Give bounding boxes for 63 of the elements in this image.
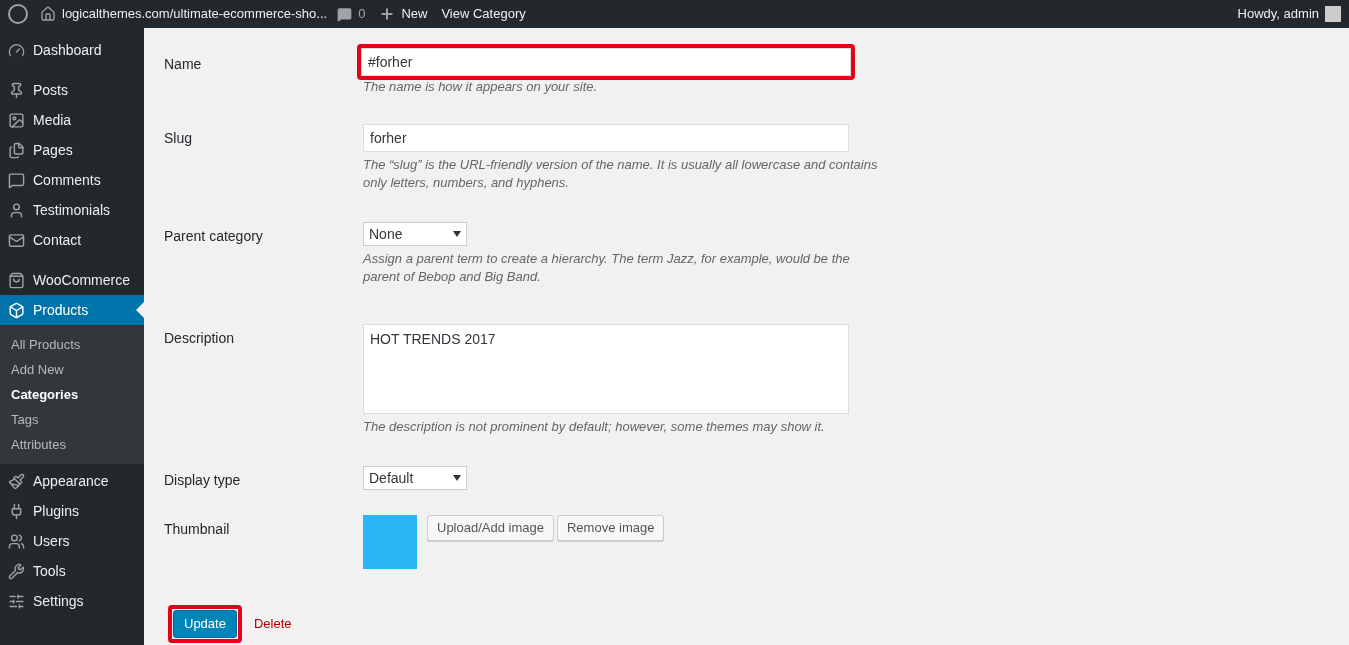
field-label: Description (164, 329, 236, 348)
view-category-link[interactable]: View Category (441, 4, 526, 24)
submenu-item[interactable]: Attributes (0, 432, 144, 457)
menu-item[interactable]: Plugins (0, 496, 144, 526)
menu-item[interactable]: Contact (0, 225, 144, 255)
site-link[interactable]: logicalthemes.com/ultimate-ecommerce-sho... (62, 4, 328, 24)
dropdown-arrow-icon (453, 475, 461, 481)
menu-item[interactable]: Pages (0, 135, 144, 165)
menu-item[interactable]: WooCommerce (0, 265, 144, 295)
submenu-item[interactable]: All Products (0, 332, 144, 357)
gauge-icon (8, 41, 25, 59)
sliders-icon (8, 592, 25, 610)
envelope-icon (8, 231, 25, 249)
menu-item[interactable]: Appearance (0, 466, 144, 496)
help-text: Assign a parent term to create a hierarchy. The term Jazz, for example, would be the parent of Bebop and Big Band. (363, 250, 851, 286)
field-label: Slug (164, 129, 194, 148)
text-field[interactable]: #forher (361, 48, 851, 76)
update-button[interactable]: Update (173, 610, 237, 638)
menu-item[interactable]: Posts (0, 75, 144, 105)
image-button[interactable]: Remove image (556, 515, 665, 541)
menu-item[interactable]: Media (0, 105, 144, 135)
submenu-item[interactable]: Categories (0, 382, 144, 407)
menu-item[interactable]: Dashboard (0, 35, 144, 65)
help-text: The “slug” is the URL-friendly version of the name. It is usually all lowercase and contains only letters, numbers, and hyphens. (363, 156, 879, 192)
new-link[interactable]: New (401, 4, 428, 24)
field-label: Thumbnail (164, 520, 231, 539)
description-field[interactable]: HOT TRENDS 2017 (363, 324, 849, 414)
photo-placeholder (363, 515, 417, 569)
field-label: Name (164, 55, 203, 74)
wrench-icon (8, 562, 25, 580)
image-button[interactable]: Upload/Add image (427, 515, 554, 541)
menu-item[interactable]: Products (0, 295, 144, 325)
menu-item[interactable]: Testimonials (0, 195, 144, 225)
delete-link[interactable]: Delete (253, 614, 292, 634)
select-field[interactable]: None (363, 222, 467, 246)
cube-icon (8, 301, 25, 319)
field-label: Display type (164, 471, 242, 490)
submenu-item[interactable]: Tags (0, 407, 144, 432)
paintbrush-icon (8, 472, 25, 490)
speech-bubble-icon (8, 171, 25, 189)
person-icon (8, 201, 25, 219)
text-field[interactable]: forher (363, 124, 849, 152)
menu-item[interactable]: Comments (0, 165, 144, 195)
menu-item[interactable]: Settings (0, 586, 144, 616)
avatar (1325, 6, 1341, 22)
menu-item[interactable]: Tools (0, 556, 144, 586)
pin-icon (8, 81, 25, 99)
current-pointer-icon (136, 302, 144, 318)
pages-icon (8, 141, 25, 159)
home-icon (40, 6, 56, 22)
help-text: The description is not prominent by default; however, some themes may show it. (363, 418, 826, 436)
submenu-item[interactable]: Add New (0, 357, 144, 382)
shop-icon (8, 271, 25, 289)
field-label: Parent category (164, 227, 264, 246)
user-icon (8, 532, 25, 550)
comments-count[interactable]: 0 (358, 4, 366, 24)
menu-item[interactable]: Users (0, 526, 144, 556)
media-icon (8, 111, 25, 129)
dropdown-arrow-icon (453, 231, 461, 237)
select-field[interactable]: Default (363, 466, 467, 490)
help-text: The name is how it appears on your site. (363, 78, 599, 96)
comment-icon (337, 6, 353, 22)
greeting-link[interactable]: Howdy, admin (1237, 4, 1319, 24)
